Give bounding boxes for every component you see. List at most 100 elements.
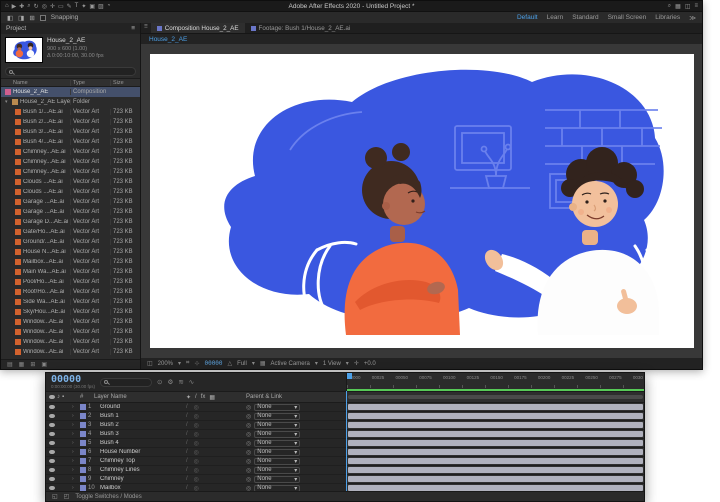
search-icon[interactable]: ⌕ bbox=[668, 3, 671, 10]
layer-visibility-icon[interactable] bbox=[49, 405, 55, 409]
layer-visibility-icon[interactable] bbox=[49, 486, 55, 490]
project-item-row[interactable]: Chimney...AE.aiVector Art723 KB bbox=[1, 147, 140, 157]
layer-track[interactable] bbox=[346, 430, 644, 438]
shape-tool-icon[interactable]: ▭ bbox=[58, 3, 64, 10]
layer-expand-icon[interactable]: › bbox=[72, 449, 80, 455]
camera-tool-icon[interactable]: ◎ bbox=[42, 3, 47, 10]
workspace-default[interactable]: Default bbox=[517, 14, 538, 21]
workspace-small-screen[interactable]: Small Screen bbox=[608, 14, 647, 21]
layer-row[interactable]: ›3Bush 2/◎◎None▾ bbox=[46, 421, 644, 430]
transparency-grid-icon[interactable]: ⌗ bbox=[186, 360, 189, 367]
pick-whip-icon[interactable]: ◎ bbox=[246, 458, 251, 465]
pick-whip-icon[interactable]: ◎ bbox=[246, 449, 251, 456]
comp-viewer-tab[interactable]: House_2_AE bbox=[141, 33, 702, 44]
pick-whip-icon[interactable]: ◎ bbox=[246, 476, 251, 483]
layer-duration-bar[interactable] bbox=[348, 422, 643, 428]
layer-quality-switch[interactable]: ◎ bbox=[194, 467, 199, 474]
project-item-row[interactable]: Chimney...AE.aiVector Art723 KB bbox=[1, 157, 140, 167]
pixel-aspect-icon[interactable]: ✛ bbox=[354, 360, 359, 367]
column-type[interactable]: Type bbox=[70, 80, 110, 86]
project-column-headers[interactable]: Name Type Size bbox=[1, 78, 140, 87]
project-item-row[interactable]: Garage ...AE.aiVector Art723 KB bbox=[1, 207, 140, 217]
workspace-learn[interactable]: Learn bbox=[547, 14, 564, 21]
pick-whip-icon[interactable]: ◎ bbox=[246, 467, 251, 474]
project-item-row[interactable]: Main Wa...AE.aiVector Art723 KB bbox=[1, 267, 140, 277]
project-item-row[interactable]: ▾House_2_AE LayersFolder bbox=[1, 97, 140, 107]
layer-duration-bar[interactable] bbox=[348, 458, 643, 464]
layer-quality-switch[interactable]: ◎ bbox=[194, 413, 199, 420]
layer-duration-bar[interactable] bbox=[348, 467, 643, 473]
hand-tool-icon[interactable]: ✚ bbox=[19, 3, 24, 10]
workspace-libraries[interactable]: Libraries bbox=[655, 14, 680, 21]
layer-rasterize-switch[interactable]: / bbox=[186, 431, 188, 438]
workspace-grid-icon[interactable]: ▦ bbox=[675, 3, 681, 10]
workspace-overflow-icon[interactable]: ≫ bbox=[689, 14, 696, 22]
project-item-row[interactable]: Gate/Ho...AE.aiVector Art723 KB bbox=[1, 227, 140, 237]
zoom-dropdown-icon[interactable]: ▾ bbox=[178, 360, 181, 367]
layer-visibility-icon[interactable] bbox=[49, 459, 55, 463]
layer-duration-bar[interactable] bbox=[348, 449, 643, 455]
video-column-icon[interactable] bbox=[49, 395, 55, 399]
layer-color-label[interactable] bbox=[80, 431, 86, 437]
layer-expand-icon[interactable]: › bbox=[72, 413, 80, 419]
layer-rasterize-switch[interactable]: / bbox=[186, 440, 188, 447]
parent-dropdown[interactable]: None▾ bbox=[254, 458, 300, 465]
layer-visibility-icon[interactable] bbox=[49, 432, 55, 436]
home-icon[interactable]: ⌂ bbox=[5, 3, 9, 9]
layer-rasterize-switch[interactable]: / bbox=[186, 422, 188, 429]
layer-row[interactable]: ›7Chimney Top/◎◎None▾ bbox=[46, 457, 644, 466]
project-item-row[interactable]: Ground/...AE.aiVector Art723 KB bbox=[1, 237, 140, 247]
audio-column-icon[interactable]: ♪ bbox=[57, 394, 60, 400]
layer-name[interactable]: House Number bbox=[100, 449, 186, 455]
layer-name[interactable]: Bush 1 bbox=[100, 413, 186, 419]
layer-row[interactable]: ›1Ground/◎◎None▾ bbox=[46, 403, 644, 412]
resolution-select[interactable]: Full bbox=[237, 361, 247, 367]
parent-dropdown[interactable]: None▾ bbox=[254, 431, 300, 438]
current-time-indicator[interactable] bbox=[346, 391, 347, 491]
snap-center-icon[interactable]: ◨ bbox=[18, 14, 24, 22]
panel-menu-icon[interactable]: ≡ bbox=[131, 25, 135, 32]
pick-whip-icon[interactable]: ◎ bbox=[246, 431, 251, 438]
layer-track[interactable] bbox=[346, 475, 644, 483]
layer-quality-switch[interactable]: ◎ bbox=[194, 404, 199, 411]
panels-icon[interactable]: ◫ bbox=[685, 3, 691, 10]
parent-dropdown[interactable]: None▾ bbox=[254, 413, 300, 420]
project-search-input[interactable] bbox=[5, 67, 136, 76]
parent-link-column[interactable]: Parent & Link bbox=[246, 394, 346, 400]
layer-track[interactable] bbox=[346, 421, 644, 429]
layer-name[interactable]: Chimney bbox=[100, 476, 186, 482]
project-item-row[interactable]: Bush 4/...AE.aiVector Art723 KB bbox=[1, 137, 140, 147]
layer-track[interactable] bbox=[346, 457, 644, 465]
layer-color-label[interactable] bbox=[80, 404, 86, 410]
layer-quality-switch[interactable]: ◎ bbox=[194, 449, 199, 456]
rasterize-switch-icon[interactable]: / bbox=[195, 394, 197, 401]
layer-row[interactable]: ›4Bush 3/◎◎None▾ bbox=[46, 430, 644, 439]
layer-name[interactable]: Chimney Lines bbox=[100, 467, 186, 473]
layer-row[interactable]: ›6House Number/◎◎None▾ bbox=[46, 448, 644, 457]
motion-blur-icon[interactable]: ≋ bbox=[178, 378, 183, 386]
project-item-row[interactable]: Chimney...AE.aiVector Art723 KB bbox=[1, 167, 140, 177]
layer-rasterize-switch[interactable]: / bbox=[186, 458, 188, 465]
parent-dropdown[interactable]: None▾ bbox=[254, 440, 300, 447]
layer-visibility-icon[interactable] bbox=[49, 468, 55, 472]
tab-composition[interactable]: Composition House_2_AE bbox=[151, 23, 245, 33]
comp-canvas[interactable] bbox=[150, 54, 694, 348]
graph-editor-icon[interactable]: ∿ bbox=[189, 378, 194, 386]
brush-tool-icon[interactable]: ✦ bbox=[81, 3, 86, 10]
region-of-interest-icon[interactable]: △ bbox=[228, 360, 233, 367]
toggle-switches-modes-button[interactable]: Toggle Switches / Modes bbox=[75, 494, 141, 500]
exposure-value[interactable]: +0.0 bbox=[364, 361, 376, 367]
layer-rasterize-switch[interactable]: / bbox=[186, 449, 188, 456]
layer-row[interactable]: ›8Chimney Lines/◎◎None▾ bbox=[46, 466, 644, 475]
parent-dropdown[interactable]: None▾ bbox=[254, 449, 300, 456]
new-folder-icon[interactable]: ▦ bbox=[19, 361, 25, 368]
layer-visibility-icon[interactable] bbox=[49, 477, 55, 481]
layer-row[interactable]: ›2Bush 1/◎◎None▾ bbox=[46, 412, 644, 421]
snap-edge-icon[interactable]: ◧ bbox=[7, 14, 13, 22]
layer-color-label[interactable] bbox=[80, 440, 86, 446]
clone-stamp-tool-icon[interactable]: ▣ bbox=[89, 3, 95, 10]
layer-duration-bar[interactable] bbox=[348, 404, 643, 410]
layer-name[interactable]: Chimney Top bbox=[100, 458, 186, 464]
layer-color-label[interactable] bbox=[80, 458, 86, 464]
layer-quality-switch[interactable]: ◎ bbox=[194, 422, 199, 429]
